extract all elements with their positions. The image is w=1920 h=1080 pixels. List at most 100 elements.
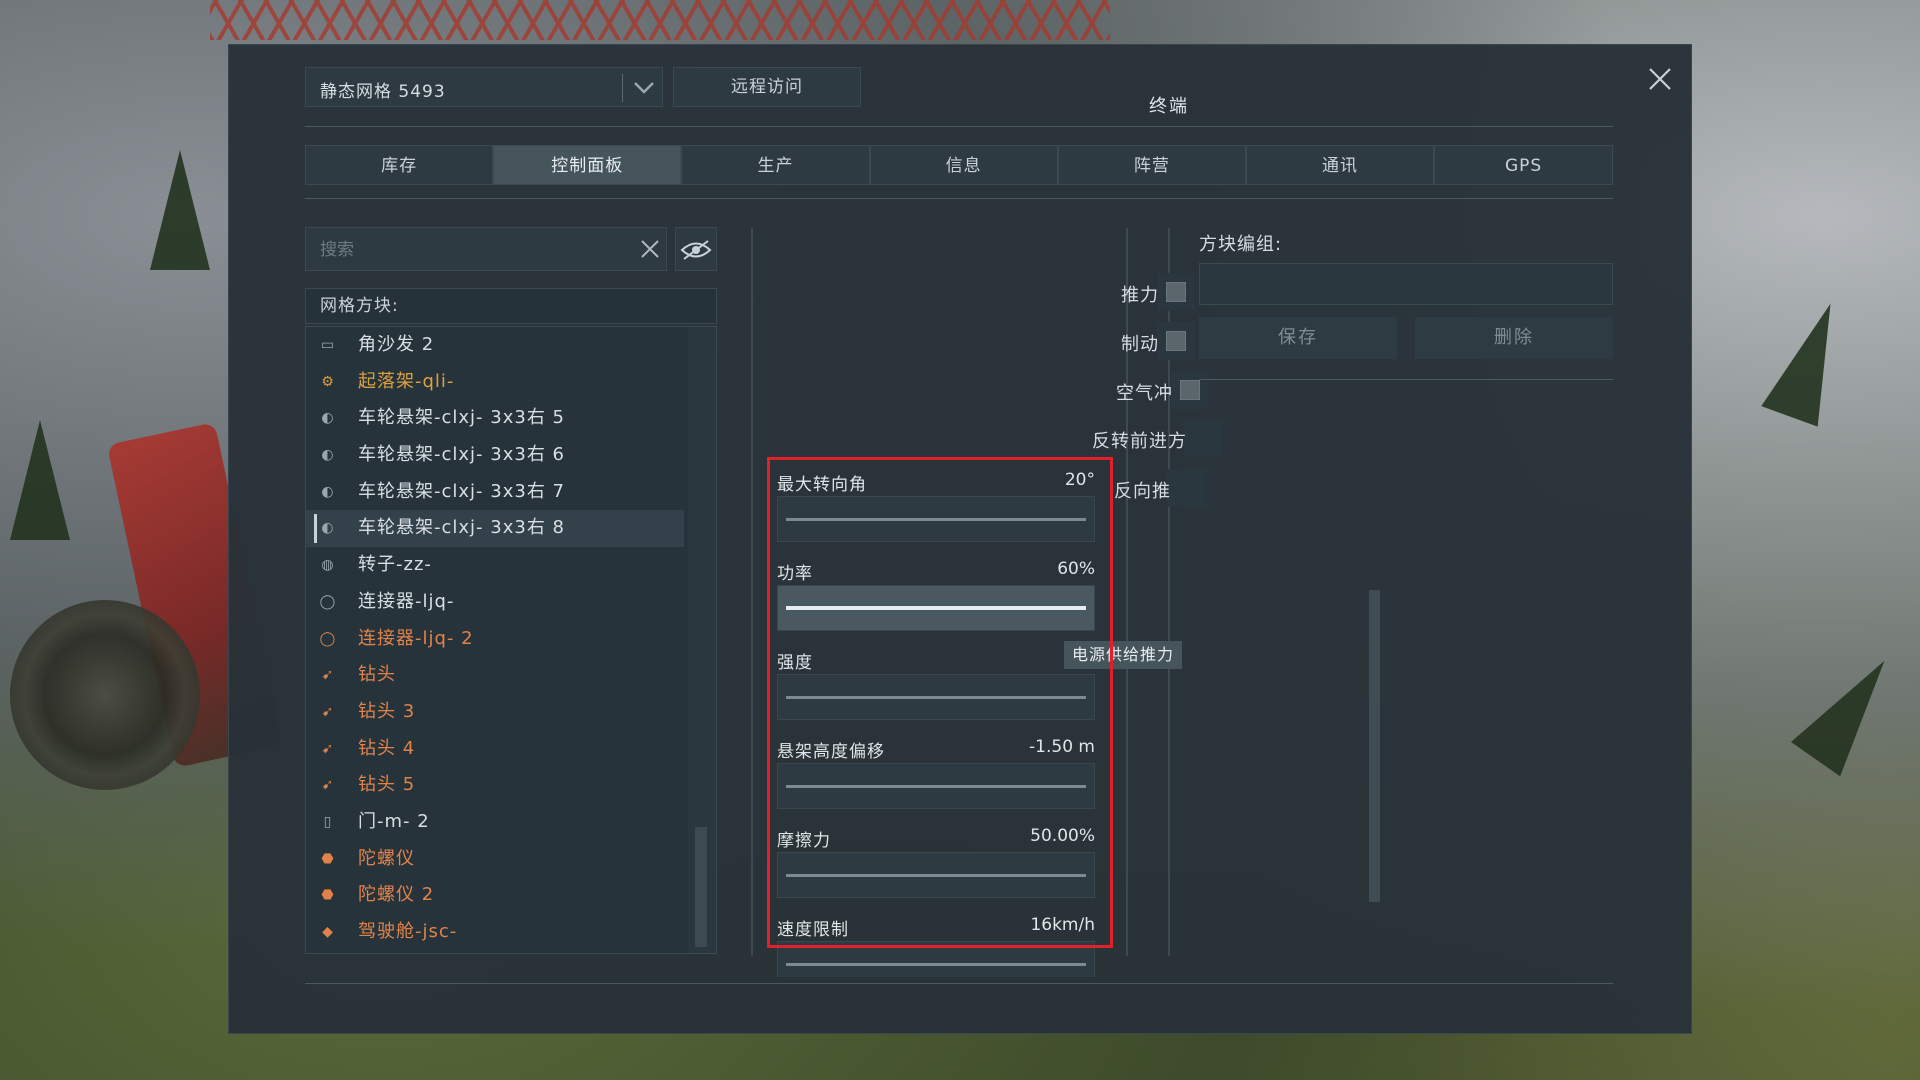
block-list-item-label: 门-m- 2 <box>358 810 430 832</box>
block-list-item[interactable]: ◐ 车轮悬架-clxj- 3x3右 8 <box>306 510 684 548</box>
block-list-item-label: 连接器-ljq- <box>358 590 455 612</box>
block-list-item[interactable]: ◆ 驾驶舱-jsc- <box>306 914 684 951</box>
toggle-checkbox[interactable] <box>1157 273 1195 311</box>
clear-search-button[interactable] <box>634 232 666 266</box>
tabs-divider <box>305 198 1613 199</box>
door-icon: ▯ <box>323 813 333 830</box>
toggle-visibility-button[interactable] <box>675 227 717 271</box>
footer-divider <box>305 983 1613 984</box>
block-list-item-label: 起落架-qli- <box>358 370 455 392</box>
block-list-item[interactable]: ➹ 钻头 <box>306 657 684 694</box>
tab-faction[interactable]: 阵营 <box>1057 145 1246 185</box>
gyroscope-icon: ⬣ <box>321 887 335 904</box>
delete-button[interactable]: 删除 <box>1415 317 1613 359</box>
toggle-label: 推力 <box>1121 285 1159 306</box>
checkbox-indicator <box>1166 282 1186 302</box>
block-list-item[interactable]: ◐ 车轮悬架-clxj- 3x3右 5 <box>306 400 684 437</box>
wheel-suspension-icon: ◐ <box>321 447 335 464</box>
search-box <box>305 227 667 271</box>
block-list-scrollbar[interactable] <box>688 327 716 953</box>
block-list-item-label: 转子-zz- <box>358 554 432 576</box>
close-button[interactable] <box>1642 61 1678 97</box>
drill-icon: ➹ <box>321 667 335 684</box>
group-divider <box>1199 379 1613 380</box>
block-list-item-label: 角沙发 2 <box>358 334 435 355</box>
save-button[interactable]: 保存 <box>1199 317 1397 359</box>
block-list-item[interactable]: ➹ 钻头 4 <box>306 731 684 768</box>
toggle-checkbox[interactable] <box>1157 322 1195 360</box>
connector-icon: ◯ <box>319 630 337 647</box>
block-group-name-input[interactable] <box>1199 263 1613 305</box>
block-list-item-label: 车轮悬架-clxj- 3x3右 5 <box>358 407 565 429</box>
header-divider <box>305 126 1613 127</box>
block-list-item[interactable]: ◐ 车轮悬架-clxj- 3x3右 7 <box>306 474 684 511</box>
toggle-checkbox[interactable] <box>1167 469 1205 507</box>
drill-icon: ➹ <box>321 777 335 794</box>
tab-production[interactable]: 生产 <box>681 145 870 185</box>
grid-select-value: 静态网格 5493 <box>320 82 446 102</box>
block-list-item[interactable]: ◍ 转子-zz- <box>306 547 684 584</box>
block-list-scroll-thumb[interactable] <box>695 827 707 947</box>
block-list-item[interactable]: ⬣ 陀螺仪 2 <box>306 877 684 914</box>
tab-bar: 库存 控制面板 生产 信息 阵营 通讯 GPS <box>305 145 1613 185</box>
left-divider <box>751 228 753 956</box>
close-icon <box>1649 68 1671 90</box>
background-tree <box>10 420 70 540</box>
block-group-label: 方块编组: <box>1199 234 1283 255</box>
block-list-item[interactable]: ➹ 钻头 3 <box>306 694 684 731</box>
drill-icon: ➹ <box>321 703 335 720</box>
block-list-item[interactable]: ◐ 车轮悬架-clxj- 3x3右 6 <box>306 437 684 474</box>
background-tree <box>1791 643 1909 777</box>
tab-control-panel[interactable]: 控制面板 <box>493 145 682 185</box>
drill-icon: ➹ <box>321 740 335 757</box>
block-list-item-label: 钻头 3 <box>358 700 416 722</box>
tab-inventory[interactable]: 库存 <box>305 145 494 185</box>
connector-icon: ◯ <box>319 593 337 610</box>
block-list-item[interactable]: ⬣ 陀螺仪 <box>306 841 684 878</box>
cockpit-icon: ◆ <box>322 924 334 940</box>
block-list-item-label: 钻头 5 <box>358 774 416 796</box>
toggle-label: 反向推 <box>1114 481 1171 502</box>
highlight-box <box>767 457 1113 948</box>
search-input[interactable] <box>318 236 622 264</box>
block-list-item-label: 车轮悬架-clxj- 3x3右 8 <box>358 517 565 539</box>
tab-comms[interactable]: 通讯 <box>1245 145 1435 185</box>
sofa-icon: ▭ <box>320 337 336 353</box>
grid-select-dropdown[interactable]: 静态网格 5493 <box>305 67 663 107</box>
toggle-label: 反转前进方 <box>1092 431 1187 452</box>
eye-hidden-icon <box>680 240 712 260</box>
block-list-item-label: 车轮悬架-clxj- 3x3右 7 <box>358 480 565 502</box>
tab-gps[interactable]: GPS <box>1434 145 1613 185</box>
tab-info[interactable]: 信息 <box>869 145 1058 185</box>
block-list-item[interactable]: ◯ 连接器-ljq- 2 <box>306 621 684 658</box>
wheel-suspension-icon: ◐ <box>321 410 335 427</box>
control-panel-scrollbar[interactable] <box>1369 590 1380 902</box>
toggle-checkbox[interactable] <box>1171 371 1209 409</box>
toggle-label: 制动 <box>1121 334 1159 355</box>
remote-access-button[interactable]: 远程访问 <box>673 67 861 107</box>
rotor-icon: ◍ <box>321 557 335 574</box>
block-list-item-label: 车轮悬架-clxj- 3x3右 6 <box>358 444 565 466</box>
dropdown-separator <box>622 74 623 102</box>
block-list-item[interactable]: ➹ 钻头 5 <box>306 767 684 804</box>
block-list-item[interactable]: ⚙ 起落架-qli- <box>306 364 684 401</box>
checkbox-indicator <box>1166 331 1186 351</box>
chevron-down-icon[interactable] <box>628 72 660 104</box>
gyroscope-icon: ⬣ <box>321 850 335 867</box>
block-list-item-label: 驾驶舱-jsc- <box>358 921 458 942</box>
wheel-suspension-icon: ◐ <box>321 483 335 500</box>
toggle-checkbox[interactable] <box>1184 419 1222 457</box>
background-wheel <box>10 600 200 790</box>
background-tree <box>150 150 210 270</box>
block-list-item-label: 陀螺仪 <box>358 847 415 869</box>
toggle-label: 空气冲 <box>1116 383 1173 404</box>
landing-gear-icon: ⚙ <box>321 373 335 390</box>
background-tree <box>1761 293 1859 427</box>
block-list-item[interactable]: ▯ 门-m- 2 <box>306 804 684 841</box>
wheel-suspension-icon: ◐ <box>321 520 335 537</box>
grid-blocks-list: ▭ 角沙发 2 ⚙ 起落架-qli- ◐ 车轮悬架-clxj- 3x3右 5 ◐ 车轮悬架-c… <box>305 326 717 954</box>
block-list-item[interactable]: ▭ 角沙发 2 <box>306 327 684 364</box>
close-icon <box>641 240 659 258</box>
background-girder <box>210 0 1110 40</box>
block-list-item[interactable]: ◯ 连接器-ljq- <box>306 584 684 621</box>
